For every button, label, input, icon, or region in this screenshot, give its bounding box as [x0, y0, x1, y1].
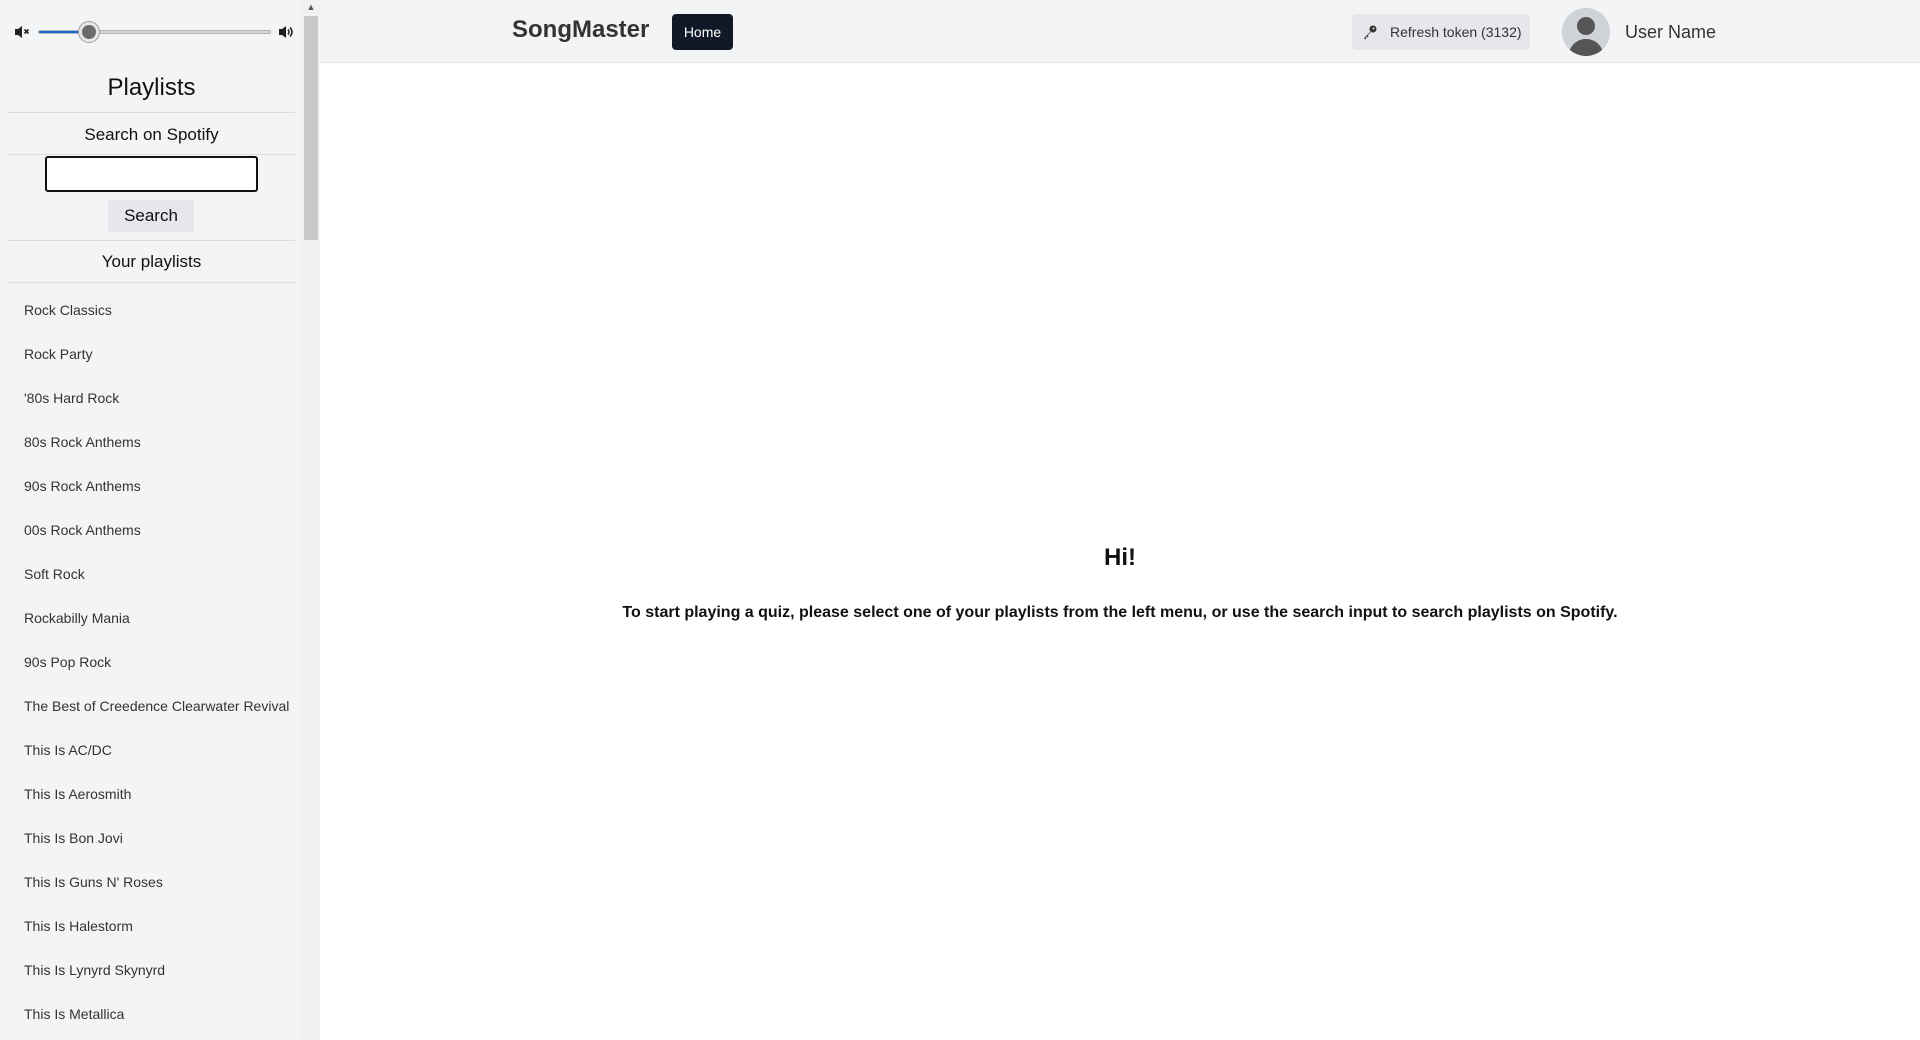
user-name[interactable]: User Name: [1625, 22, 1716, 43]
search-button[interactable]: Search: [108, 200, 194, 232]
key-icon: [1362, 24, 1378, 40]
playlist-item[interactable]: This Is Metallica: [0, 992, 302, 1036]
divider: [8, 112, 295, 113]
main-instructions: To start playing a quiz, please select o…: [622, 604, 1618, 621]
scrollbar-thumb[interactable]: [304, 16, 318, 240]
your-playlists-heading: Your playlists: [101, 252, 202, 271]
playlist-list: Rock Classics Rock Party '80s Hard Rock …: [0, 288, 302, 1036]
playlist-item[interactable]: This Is Lynyrd Skynyrd: [0, 948, 302, 992]
playlist-item[interactable]: Soft Rock: [0, 552, 302, 596]
divider: [8, 154, 295, 155]
playlist-item[interactable]: '80s Hard Rock: [0, 376, 302, 420]
playlist-item[interactable]: This Is Bon Jovi: [0, 816, 302, 860]
playlist-item[interactable]: 90s Pop Rock: [0, 640, 302, 684]
playlist-item[interactable]: This Is Guns N' Roses: [0, 860, 302, 904]
playlist-item[interactable]: Rock Party: [0, 332, 302, 376]
refresh-token-label: Refresh token (3132): [1390, 24, 1522, 40]
volume-slider-thumb[interactable]: [79, 22, 100, 42]
top-navbar: SongMaster Home Refresh token (3132) Use…: [320, 0, 1920, 63]
home-button[interactable]: Home: [672, 14, 733, 50]
sidebar-scrollbar[interactable]: ▲: [302, 0, 320, 1040]
volume-control: [0, 14, 302, 50]
app-brand[interactable]: SongMaster: [512, 16, 649, 44]
volume-up-icon[interactable]: [278, 24, 294, 40]
volume-mute-icon[interactable]: [14, 24, 30, 40]
playlist-item[interactable]: The Best of Creedence Clearwater Revival: [0, 684, 302, 728]
search-input[interactable]: [45, 156, 258, 192]
playlist-item[interactable]: 80s Rock Anthems: [0, 420, 302, 464]
divider: [8, 282, 295, 283]
playlists-title: Playlists: [107, 74, 196, 101]
playlist-item[interactable]: 00s Rock Anthems: [0, 508, 302, 552]
playlist-item[interactable]: This Is Halestorm: [0, 904, 302, 948]
playlist-item[interactable]: This Is AC/DC: [0, 728, 302, 772]
playlist-item[interactable]: This Is Aerosmith: [0, 772, 302, 816]
divider: [8, 240, 295, 241]
playlist-item[interactable]: Rockabilly Mania: [0, 596, 302, 640]
user-avatar-icon[interactable]: [1562, 8, 1610, 56]
scroll-up-arrow-icon[interactable]: ▲: [302, 0, 320, 14]
refresh-token-button[interactable]: Refresh token (3132): [1352, 14, 1530, 50]
search-label: Search on Spotify: [84, 125, 219, 144]
playlist-item[interactable]: 90s Rock Anthems: [0, 464, 302, 508]
sidebar: Playlists Search on Spotify Search Your …: [0, 0, 302, 1040]
main-greeting: Hi!: [1104, 544, 1136, 571]
playlist-item[interactable]: Rock Classics: [0, 288, 302, 332]
volume-slider[interactable]: [38, 30, 271, 34]
